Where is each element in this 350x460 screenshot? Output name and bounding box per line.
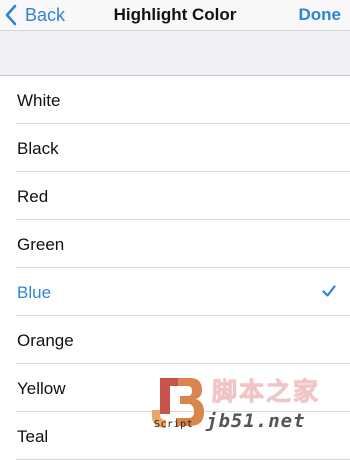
color-option-label: Teal xyxy=(17,427,49,446)
section-spacer xyxy=(0,30,350,76)
color-option-white[interactable]: White xyxy=(0,76,350,124)
color-option-label: Yellow xyxy=(17,379,66,398)
done-button[interactable]: Done xyxy=(299,5,342,25)
color-option-label: Orange xyxy=(17,331,74,350)
color-option-label: Black xyxy=(17,139,59,158)
color-option-teal[interactable]: Teal xyxy=(0,412,350,460)
color-option-label: Blue xyxy=(17,283,52,302)
color-list: White Black Red Green Blue Orange Yellow… xyxy=(0,76,350,460)
back-label: Back xyxy=(25,4,66,25)
navigation-bar: Back Highlight Color Done xyxy=(0,0,350,30)
color-option-green[interactable]: Green xyxy=(0,220,350,268)
color-option-blue[interactable]: Blue xyxy=(0,268,350,316)
color-option-orange[interactable]: Orange xyxy=(0,316,350,364)
color-option-red[interactable]: Red xyxy=(0,172,350,220)
checkmark-icon xyxy=(322,285,336,297)
color-option-black[interactable]: Black xyxy=(0,124,350,172)
color-option-label: White xyxy=(17,91,61,110)
back-button[interactable]: Back xyxy=(4,3,65,27)
color-option-yellow[interactable]: Yellow xyxy=(0,364,350,412)
color-option-label: Red xyxy=(17,187,49,206)
color-option-label: Green xyxy=(17,235,65,254)
chevron-left-icon xyxy=(5,4,17,26)
